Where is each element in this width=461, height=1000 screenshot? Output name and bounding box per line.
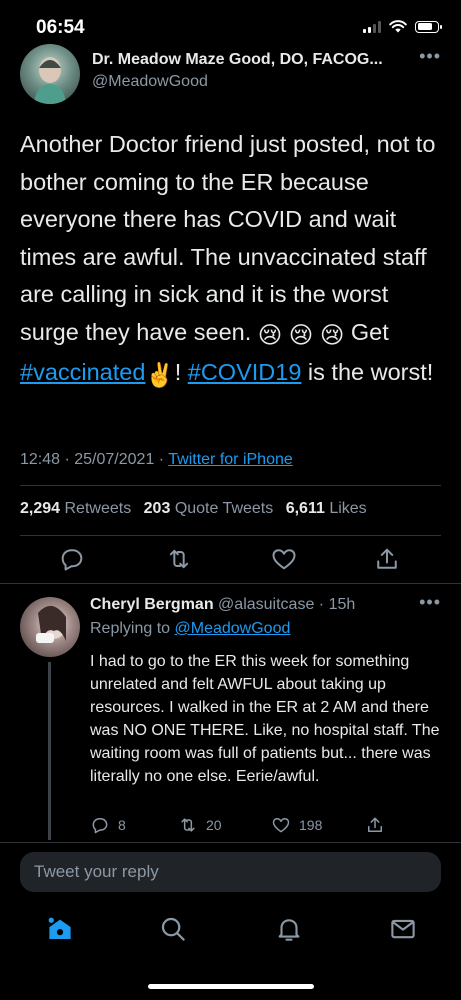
reply-time: 15h [328,596,356,613]
reply-text: I had to go to the ER this week for some… [90,653,440,785]
retweet-icon [181,818,195,832]
author-avatar[interactable] [20,44,80,104]
reply-like-count: 198 [299,817,323,833]
tweet-timestamp: 12:48 · 25/07/2021 · [20,451,169,468]
home-icon[interactable] [45,914,75,944]
reply-composer [20,852,441,892]
notifications-bell-icon[interactable] [274,914,304,944]
reply-retweet-count: 20 [206,817,222,833]
like-icon[interactable] [270,545,298,573]
reply-author-handle[interactable]: @alasuitcase [218,596,314,613]
tweet-source-link[interactable]: Twitter for iPhone [168,451,293,468]
hashtag-vaccinated-link[interactable]: #vaccinated [20,359,145,385]
reply-like-button[interactable]: 198 [271,815,322,835]
reply-icon[interactable] [58,545,86,573]
tweet-text-mid: ! [174,359,188,385]
tweet-text: Another Doctor friend just posted, not t… [20,126,445,395]
reply-icon [92,818,108,834]
tweet-action-bar [20,540,441,578]
replying-to-handle-link[interactable]: @MeadowGood [175,620,291,637]
section-divider [0,583,461,584]
reply-more-options-icon[interactable]: ••• [419,592,441,613]
reply-header: Cheryl Bergman @alasuitcase · 15h [90,596,355,614]
search-icon[interactable] [158,914,188,944]
thread-line [48,662,51,840]
heart-icon [272,818,290,833]
tweet-text-end: is the worst! [301,359,434,385]
author-handle[interactable]: @MeadowGood [92,73,208,91]
likes-stat[interactable]: 6,611 Likes [286,500,367,517]
status-time: 06:54 [36,17,85,38]
quote-tweets-stat[interactable]: 203 Quote Tweets [144,500,274,517]
reply-reply-count: 8 [118,817,126,833]
more-options-icon[interactable]: ••• [419,46,441,67]
home-indicator[interactable] [148,984,314,989]
tweet-stats: 2,294 Retweets 203 Quote Tweets 6,611 Li… [20,500,367,518]
status-icons [363,20,442,33]
divider [20,485,441,486]
tweet-reply-input[interactable] [20,852,441,892]
cellular-signal-icon [363,20,381,33]
crying-face-emojis: 😢 😢 😢 [257,321,345,348]
reply-author-avatar[interactable] [20,597,80,657]
retweets-stat[interactable]: 2,294 Retweets [20,500,131,517]
tweet-text-body: Another Doctor friend just posted, not t… [20,131,436,345]
tweet-text-get: Get [344,318,389,345]
messages-mail-icon[interactable] [388,914,418,944]
victory-hand-emoji: ✌️ [145,362,175,388]
reply-author-name[interactable]: Cheryl Bergman [90,596,214,613]
reply-reply-button[interactable]: 8 [90,815,126,835]
section-divider [0,842,461,843]
retweet-icon[interactable] [165,545,193,573]
divider [20,535,441,536]
status-bar: 06:54 [0,0,461,58]
author-name[interactable]: Dr. Meadow Maze Good, DO, FACOG... [92,51,414,69]
reply-separator: · [314,596,329,613]
wifi-icon [389,20,407,33]
tweet-meta: 12:48 · 25/07/2021 · Twitter for iPhone [20,451,293,469]
replying-to: Replying to @MeadowGood [90,620,291,637]
reply-retweet-button[interactable]: 20 [178,815,222,835]
hashtag-covid19-link[interactable]: #COVID19 [188,359,302,385]
share-icon [368,817,382,832]
share-icon[interactable] [373,545,401,573]
battery-icon [415,20,442,33]
reply-share-button[interactable] [365,815,385,835]
